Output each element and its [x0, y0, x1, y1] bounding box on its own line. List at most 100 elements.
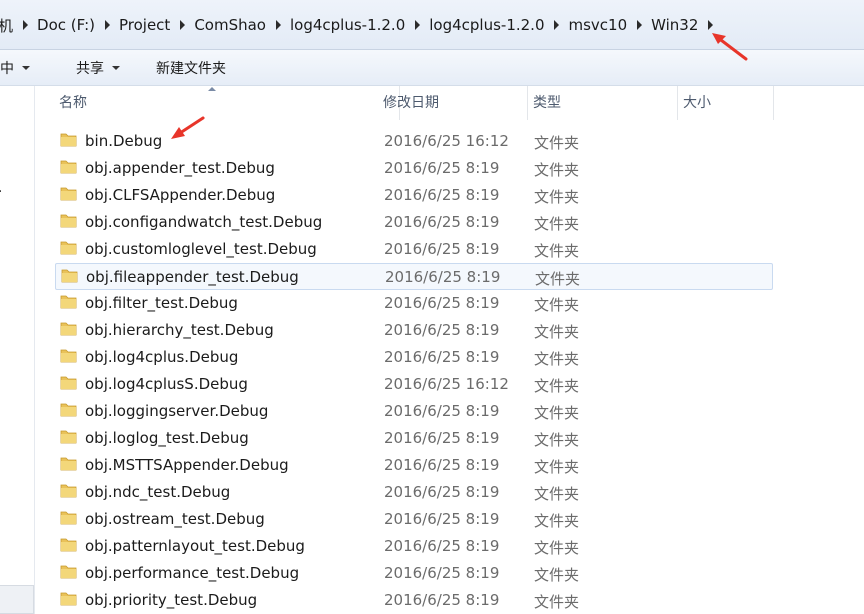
folder-icon	[60, 133, 77, 147]
folder-icon	[61, 269, 78, 283]
folder-icon	[60, 538, 77, 552]
folder-icon	[60, 565, 77, 579]
file-row[interactable]: obj.patternlayout_test.Debug 2016/6/25 8:…	[55, 533, 771, 560]
caret-down-icon	[22, 65, 30, 70]
share-button[interactable]: 共享	[66, 54, 130, 82]
new-folder-button[interactable]: 新建文件夹	[146, 54, 236, 82]
column-size[interactable]: 大小	[677, 86, 774, 120]
file-date-modified: 2016/6/25 8:19	[384, 294, 500, 312]
breadcrumb-project[interactable]: Project	[114, 16, 176, 34]
file-row[interactable]: obj.hierarchy_test.Debug 2016/6/25 8:19 文件…	[55, 317, 771, 344]
file-date-modified: 2016/6/25 8:19	[384, 564, 500, 582]
file-type: 文件夹	[534, 431, 580, 449]
file-name: obj.filter_test.Debug	[85, 294, 238, 312]
file-type: 文件夹	[534, 539, 580, 557]
caret-down-icon	[112, 65, 120, 70]
file-type: 文件夹	[534, 215, 580, 233]
navigation-pane[interactable]: ·	[0, 86, 35, 614]
folder-icon	[60, 403, 77, 417]
file-type: 文件夹	[535, 270, 581, 288]
file-row[interactable]: obj.fileappender_test.Debug 2016/6/25 8:1…	[55, 263, 773, 290]
file-name: obj.performance_test.Debug	[85, 564, 300, 582]
folder-icon	[60, 214, 77, 228]
file-date-modified: 2016/6/25 8:19	[384, 186, 500, 204]
file-date-modified: 2016/6/25 8:19	[384, 159, 500, 177]
file-row[interactable]: obj.ostream_test.Debug 2016/6/25 8:19 文件夹	[55, 506, 771, 533]
file-row[interactable]: obj.ndc_test.Debug 2016/6/25 8:19 文件夹	[55, 479, 771, 506]
file-row[interactable]: obj.loglog_test.Debug 2016/6/25 8:19 文件夹	[55, 425, 771, 452]
annotation-arrow-bin-debug	[171, 116, 205, 139]
nav-selected-item[interactable]	[0, 585, 34, 614]
file-date-modified: 2016/6/25 8:19	[384, 429, 500, 447]
folder-icon	[60, 484, 77, 498]
chevron-right-icon[interactable]	[554, 20, 560, 30]
organize-button[interactable]: 中	[0, 54, 40, 82]
file-type: 文件夹	[534, 485, 580, 503]
file-row[interactable]: bin.Debug 2016/6/25 16:12 文件夹	[55, 128, 771, 155]
file-date-modified: 2016/6/25 8:19	[384, 456, 500, 474]
file-type: 文件夹	[534, 134, 580, 152]
file-row[interactable]: obj.configandwatch_test.Debug 2016/6/25 8…	[55, 209, 771, 236]
folder-icon	[60, 430, 77, 444]
chevron-right-icon[interactable]	[104, 20, 110, 30]
file-type: 文件夹	[534, 188, 580, 206]
column-name[interactable]: 名称	[57, 86, 400, 120]
file-date-modified: 2016/6/25 8:19	[384, 483, 500, 501]
breadcrumb-log4cplus-inner[interactable]: log4cplus-1.2.0	[424, 16, 550, 34]
file-date-modified: 2016/6/25 8:19	[384, 402, 500, 420]
file-row[interactable]: obj.MSTTSAppender.Debug 2016/6/25 8:19 文件夹	[55, 452, 771, 479]
file-name: obj.configandwatch_test.Debug	[85, 213, 323, 231]
breadcrumb-msvc10[interactable]: msvc10	[563, 16, 633, 34]
file-row[interactable]: obj.log4cplusS.Debug 2016/6/25 16:12 文件夹	[55, 371, 771, 398]
new-folder-label: 新建文件夹	[156, 60, 226, 77]
file-type: 文件夹	[534, 458, 580, 476]
file-name: obj.hierarchy_test.Debug	[85, 321, 274, 339]
chevron-right-icon[interactable]	[180, 20, 186, 30]
chevron-right-icon[interactable]	[637, 20, 643, 30]
file-row[interactable]: obj.appender_test.Debug 2016/6/25 8:19 文件夹	[55, 155, 771, 182]
file-name: obj.patternlayout_test.Debug	[85, 537, 305, 555]
chevron-right-icon[interactable]	[415, 20, 421, 30]
breadcrumb-log4cplus-outer[interactable]: log4cplus-1.2.0	[285, 16, 411, 34]
file-name: obj.CLFSAppender.Debug	[85, 186, 276, 204]
column-header: 名称 修改日期 类型 大小	[35, 86, 864, 120]
chevron-right-icon[interactable]	[23, 20, 29, 30]
file-type: 文件夹	[534, 512, 580, 530]
breadcrumb-computer[interactable]: 机	[0, 15, 19, 36]
file-date-modified: 2016/6/25 16:12	[384, 132, 509, 150]
file-name: obj.MSTTSAppender.Debug	[85, 456, 289, 474]
file-row[interactable]: obj.log4cplus.Debug 2016/6/25 8:19 文件夹	[55, 344, 771, 371]
file-date-modified: 2016/6/25 8:19	[384, 213, 500, 231]
file-row[interactable]: obj.customloglevel_test.Debug 2016/6/25 8…	[55, 236, 771, 263]
file-row[interactable]: obj.loggingserver.Debug 2016/6/25 8:19 文件夹	[55, 398, 771, 425]
file-row[interactable]: obj.filter_test.Debug 2016/6/25 8:19 文件夹	[55, 290, 771, 317]
folder-icon	[60, 187, 77, 201]
column-type[interactable]: 类型	[527, 86, 678, 120]
column-size-label: 大小	[683, 95, 711, 111]
file-name: obj.loggingserver.Debug	[85, 402, 269, 420]
file-row[interactable]: obj.CLFSAppender.Debug 2016/6/25 8:19 文件夹	[55, 182, 771, 209]
annotation-arrow-win32	[712, 33, 748, 61]
file-type: 文件夹	[534, 377, 580, 395]
file-name: obj.ndc_test.Debug	[85, 483, 231, 501]
file-name: obj.customloglevel_test.Debug	[85, 240, 317, 258]
folder-icon	[60, 322, 77, 336]
breadcrumb-comshao[interactable]: ComShao	[189, 16, 272, 34]
file-type: 文件夹	[534, 404, 580, 422]
file-row[interactable]: obj.performance_test.Debug 2016/6/25 8:19…	[55, 560, 771, 587]
file-name: obj.fileappender_test.Debug	[86, 268, 299, 286]
column-date-modified[interactable]: 修改日期	[377, 86, 528, 120]
file-row[interactable]: obj.priority_test.Debug 2016/6/25 8:19 文件夹	[55, 587, 771, 614]
chevron-right-icon[interactable]	[275, 20, 281, 30]
file-name: obj.ostream_test.Debug	[85, 510, 265, 528]
file-date-modified: 2016/6/25 8:19	[384, 537, 500, 555]
column-name-label: 名称	[59, 95, 87, 111]
file-date-modified: 2016/6/25 16:12	[384, 375, 509, 393]
breadcrumb-win32[interactable]: Win32	[646, 16, 704, 34]
breadcrumb-drive[interactable]: Doc (F:)	[32, 16, 101, 34]
folder-icon	[60, 376, 77, 390]
folder-icon	[60, 511, 77, 525]
column-type-label: 类型	[533, 95, 561, 111]
file-type: 文件夹	[534, 566, 580, 584]
file-type: 文件夹	[534, 323, 580, 341]
